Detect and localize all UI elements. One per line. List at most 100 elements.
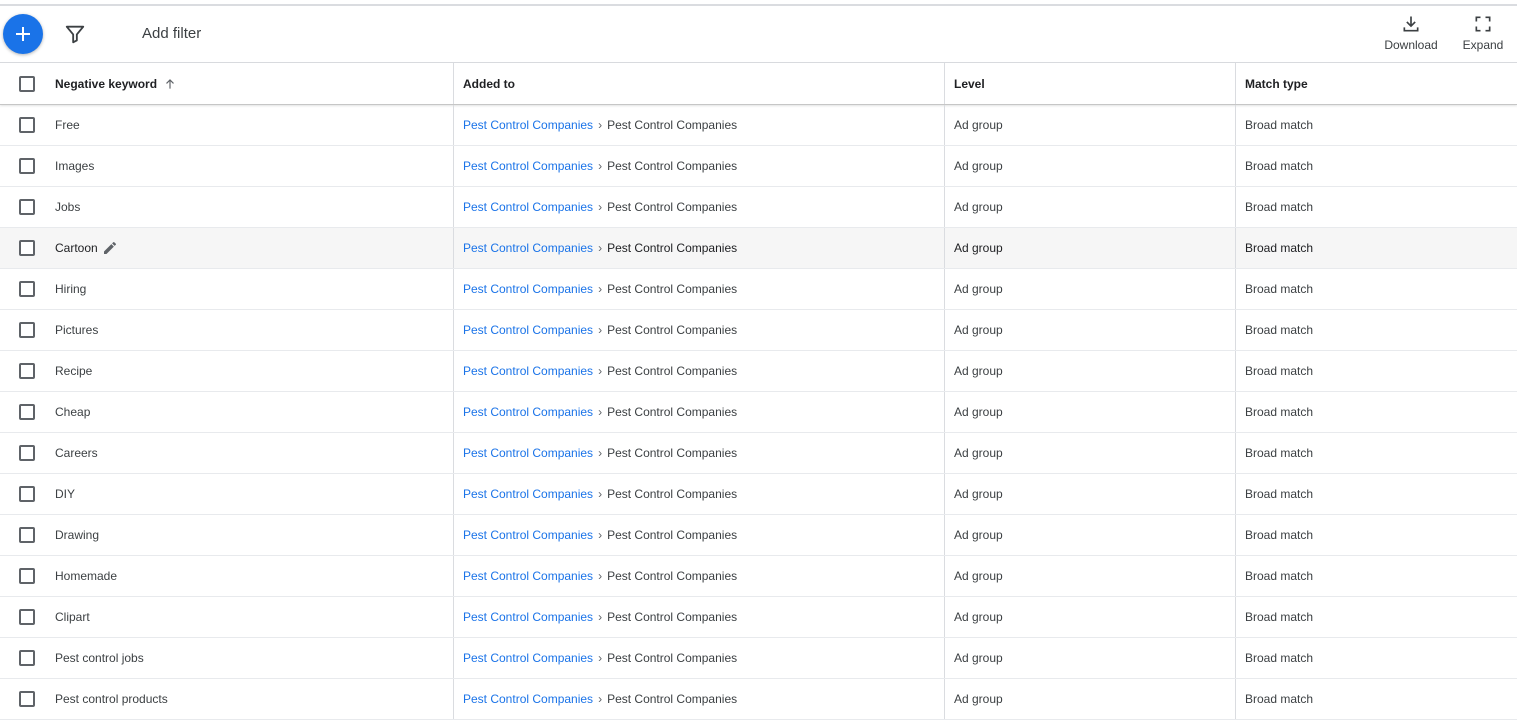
match-type-cell: Broad match	[1235, 433, 1517, 473]
table-row[interactable]: Cartoon Pest Control Companies › Pest Co…	[0, 228, 1517, 269]
table-row[interactable]: Pictures Pest Control Companies › Pest C…	[0, 310, 1517, 351]
column-header-label: Match type	[1245, 76, 1308, 91]
match-type-text: Broad match	[1245, 692, 1314, 706]
row-checkbox[interactable]	[18, 322, 35, 338]
table-row[interactable]: Pest control jobs Pest Control Companies…	[0, 638, 1517, 679]
keyword-text: DIY	[55, 487, 76, 501]
campaign-link[interactable]: Pest Control Companies	[463, 528, 593, 542]
campaign-link[interactable]: Pest Control Companies	[463, 282, 593, 296]
campaign-link[interactable]: Pest Control Companies	[463, 200, 593, 214]
table-row[interactable]: DIY Pest Control Companies › Pest Contro…	[0, 474, 1517, 515]
breadcrumb-separator: ›	[598, 651, 603, 665]
campaign-link[interactable]: Pest Control Companies	[463, 405, 593, 419]
row-select-cell	[0, 433, 54, 473]
match-type-text: Broad match	[1245, 323, 1314, 337]
campaign-link[interactable]: Pest Control Companies	[463, 487, 593, 501]
download-icon	[1403, 16, 1419, 32]
row-checkbox[interactable]	[18, 445, 35, 461]
filter-icon[interactable]	[64, 23, 86, 45]
table-row[interactable]: Recipe Pest Control Companies › Pest Con…	[0, 351, 1517, 392]
keyword-text: Careers	[55, 446, 98, 460]
match-type-cell: Broad match	[1235, 146, 1517, 186]
select-all-checkbox[interactable]	[18, 75, 35, 92]
header-select-all-cell	[0, 63, 54, 104]
ad-group-name: Pest Control Companies	[607, 487, 738, 501]
row-checkbox[interactable]	[18, 117, 35, 133]
level-cell: Ad group	[944, 351, 1245, 391]
match-type-cell: Broad match	[1235, 105, 1517, 145]
expand-button[interactable]: Expand	[1458, 14, 1508, 52]
keyword-text: Drawing	[55, 528, 100, 542]
row-checkbox[interactable]	[18, 363, 35, 379]
breadcrumb-separator: ›	[598, 528, 603, 542]
match-type-text: Broad match	[1245, 159, 1314, 173]
table-row[interactable]: Careers Pest Control Companies › Pest Co…	[0, 433, 1517, 474]
row-checkbox[interactable]	[18, 281, 35, 297]
added-to-cell: Pest Control Companies › Pest Control Co…	[453, 269, 954, 309]
level-text: Ad group	[954, 569, 1003, 583]
campaign-link[interactable]: Pest Control Companies	[463, 118, 593, 132]
table-row[interactable]: Cheap Pest Control Companies › Pest Cont…	[0, 392, 1517, 433]
arrow-up-icon	[166, 78, 174, 89]
campaign-link[interactable]: Pest Control Companies	[463, 446, 593, 460]
row-checkbox[interactable]	[18, 199, 35, 215]
table-row[interactable]: Jobs Pest Control Companies › Pest Contr…	[0, 187, 1517, 228]
added-to-cell: Pest Control Companies › Pest Control Co…	[453, 515, 954, 555]
row-checkbox[interactable]	[18, 486, 35, 502]
column-header-label: Negative keyword	[55, 76, 158, 91]
column-header-negative-keyword[interactable]: Negative keyword	[54, 63, 453, 104]
ad-group-name: Pest Control Companies	[607, 651, 738, 665]
negative-keywords-table: Negative keyword Added to Level Match ty…	[0, 62, 1517, 720]
table-row[interactable]: Homemade Pest Control Companies › Pest C…	[0, 556, 1517, 597]
keyword-cell: Pest control products	[54, 679, 453, 719]
campaign-link[interactable]: Pest Control Companies	[463, 569, 593, 583]
edit-pencil-icon[interactable]	[102, 240, 118, 256]
row-checkbox[interactable]	[18, 527, 35, 543]
campaign-link[interactable]: Pest Control Companies	[463, 651, 593, 665]
match-type-text: Broad match	[1245, 528, 1314, 542]
row-checkbox[interactable]	[18, 404, 35, 420]
row-checkbox[interactable]	[18, 650, 35, 666]
campaign-link[interactable]: Pest Control Companies	[463, 323, 593, 337]
add-filter-button[interactable]: Add filter	[142, 25, 201, 42]
keyword-text: Clipart	[55, 610, 90, 624]
table-row[interactable]: Pest control products Pest Control Compa…	[0, 679, 1517, 720]
row-checkbox[interactable]	[18, 158, 35, 174]
column-header-added-to[interactable]: Added to	[453, 63, 954, 104]
table-row[interactable]: Hiring Pest Control Companies › Pest Con…	[0, 269, 1517, 310]
match-type-cell: Broad match	[1235, 679, 1517, 719]
campaign-link[interactable]: Pest Control Companies	[463, 241, 593, 255]
row-select-cell	[0, 351, 54, 391]
level-text: Ad group	[954, 282, 1003, 296]
breadcrumb-separator: ›	[598, 241, 603, 255]
level-cell: Ad group	[944, 310, 1245, 350]
download-button[interactable]: Download	[1380, 14, 1442, 52]
campaign-link[interactable]: Pest Control Companies	[463, 610, 593, 624]
table-row[interactable]: Drawing Pest Control Companies › Pest Co…	[0, 515, 1517, 556]
column-header-match-type[interactable]: Match type	[1235, 63, 1517, 104]
row-select-cell	[0, 556, 54, 596]
table-row[interactable]: Clipart Pest Control Companies › Pest Co…	[0, 597, 1517, 638]
breadcrumb-separator: ›	[598, 282, 603, 296]
row-checkbox[interactable]	[18, 568, 35, 584]
match-type-text: Broad match	[1245, 282, 1314, 296]
breadcrumb-separator: ›	[598, 610, 603, 624]
row-checkbox[interactable]	[18, 240, 35, 256]
campaign-link[interactable]: Pest Control Companies	[463, 692, 593, 706]
keyword-text: Recipe	[55, 364, 93, 378]
campaign-link[interactable]: Pest Control Companies	[463, 159, 593, 173]
add-negative-keyword-button[interactable]	[3, 14, 43, 54]
row-select-cell	[0, 187, 54, 227]
level-cell: Ad group	[944, 146, 1245, 186]
keyword-cell: Pest control jobs	[54, 638, 453, 678]
row-select-cell	[0, 146, 54, 186]
match-type-cell: Broad match	[1235, 269, 1517, 309]
table-row[interactable]: Images Pest Control Companies › Pest Con…	[0, 146, 1517, 187]
added-to-cell: Pest Control Companies › Pest Control Co…	[453, 105, 954, 145]
breadcrumb-separator: ›	[598, 569, 603, 583]
table-row[interactable]: Free Pest Control Companies › Pest Contr…	[0, 105, 1517, 146]
column-header-level[interactable]: Level	[944, 63, 1245, 104]
campaign-link[interactable]: Pest Control Companies	[463, 364, 593, 378]
row-checkbox[interactable]	[18, 609, 35, 625]
row-checkbox[interactable]	[18, 691, 35, 707]
